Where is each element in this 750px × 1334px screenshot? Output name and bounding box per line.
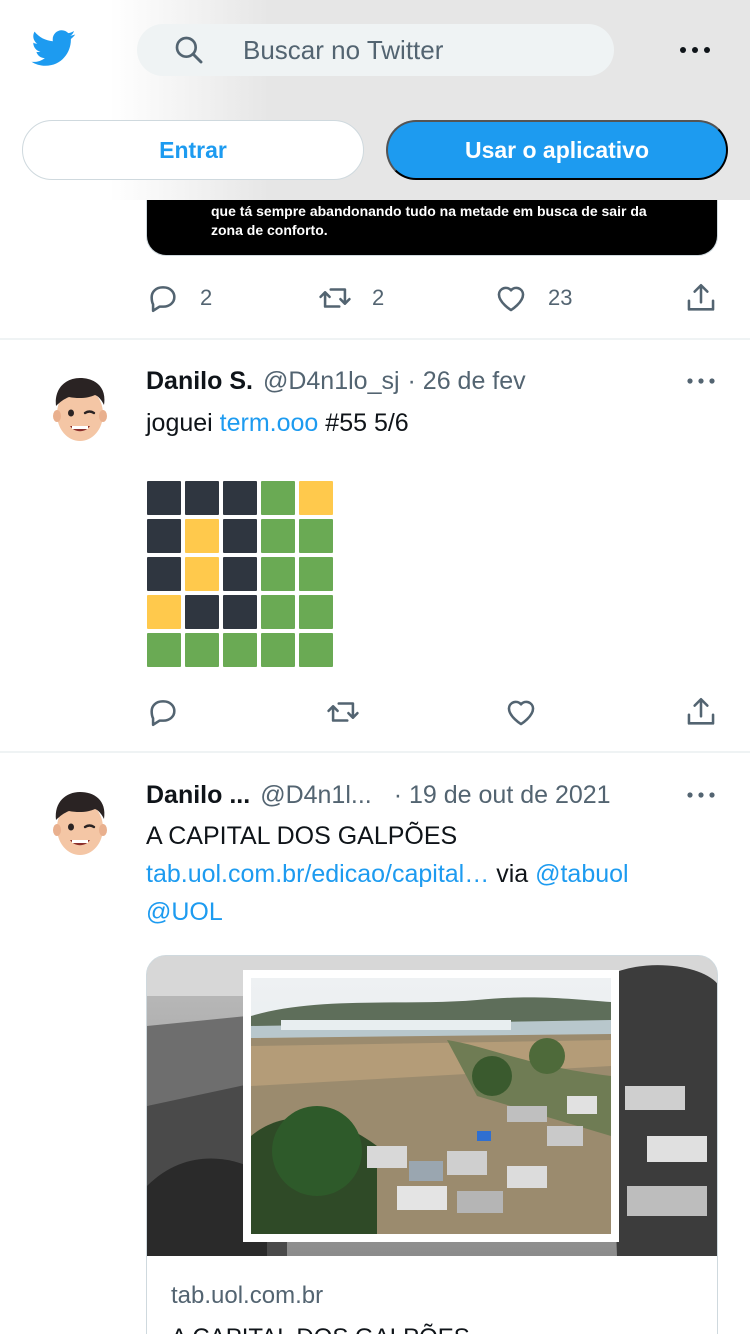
wordle-square — [185, 481, 219, 515]
like-icon — [507, 700, 535, 726]
wordle-square — [223, 595, 257, 629]
like-button[interactable]: 23 — [494, 278, 572, 318]
mention-link[interactable]: @tabuol — [535, 860, 629, 888]
tweet-text: A CAPITAL DOS GALPÕES tab.uol.com.br/edi… — [146, 817, 706, 931]
wordle-square — [223, 557, 257, 591]
share-icon — [687, 697, 715, 725]
wordle-square — [223, 481, 257, 515]
tweet-text-suffix: #55 5/6 — [318, 409, 409, 437]
search-bar[interactable] — [137, 24, 614, 76]
wordle-square — [223, 519, 257, 553]
wordle-square — [185, 557, 219, 591]
retweet-button[interactable]: 2 — [318, 278, 384, 318]
wordle-square — [147, 557, 181, 591]
more-icon[interactable] — [686, 377, 716, 385]
tweet-header: Danilo ... @D4n1l... · 19 de out de 2021 — [146, 778, 611, 812]
tweet-header: Danilo S. @D4n1lo_sj · 26 de fev — [146, 364, 526, 398]
search-input[interactable] — [243, 34, 573, 66]
wordle-square — [261, 633, 295, 667]
wordle-square — [261, 481, 295, 515]
wordle-square — [299, 481, 333, 515]
author-handle[interactable]: @D4n1lo_sj — [263, 367, 400, 396]
tweet-divider — [0, 751, 750, 753]
share-button[interactable] — [684, 692, 718, 732]
reply-icon — [150, 286, 176, 313]
tweet-actions — [146, 692, 718, 732]
avatar-image — [53, 792, 107, 855]
tweet-text-line: A CAPITAL DOS GALPÕES — [146, 822, 458, 850]
wordle-square — [147, 633, 181, 667]
top-header: Entrar Usar o aplicativo — [0, 0, 750, 200]
reply-button[interactable] — [146, 692, 180, 732]
twitter-logo-icon[interactable] — [30, 26, 78, 70]
more-icon[interactable] — [679, 46, 711, 54]
tweet-text-prefix: joguei — [146, 409, 220, 437]
wordle-square — [299, 557, 333, 591]
like-icon — [497, 286, 525, 312]
image-caption-text: que tá sempre abandonando tudo na metade… — [211, 203, 647, 238]
tweet-link[interactable]: term.ooo — [220, 409, 319, 437]
link-card-domain: tab.uol.com.br — [171, 1282, 324, 1309]
share-icon — [687, 283, 715, 311]
reply-button[interactable]: 2 — [146, 278, 212, 318]
avatar[interactable] — [40, 782, 120, 862]
more-icon[interactable] — [686, 791, 716, 799]
wordle-square — [147, 519, 181, 553]
search-icon — [175, 36, 203, 64]
link-card[interactable]: tab.uol.com.br A CAPITAL DOS GALPÕES — [146, 955, 718, 1334]
retweet-icon — [319, 288, 351, 308]
use-app-button[interactable]: Usar o aplicativo — [386, 120, 728, 180]
wordle-square — [299, 633, 333, 667]
wordle-square — [261, 557, 295, 591]
tweet-actions: 2 2 23 — [146, 278, 718, 318]
retweet-icon — [327, 702, 359, 722]
tweet-link[interactable]: tab.uol.com.br/edicao/capital… — [146, 860, 489, 888]
author-handle[interactable]: @D4n1l... — [260, 781, 372, 810]
retweet-button[interactable] — [326, 692, 360, 732]
author-name[interactable]: Danilo ... — [146, 781, 250, 810]
wordle-square — [185, 595, 219, 629]
link-card-image — [147, 956, 717, 1256]
wordle-square — [299, 519, 333, 553]
retweet-count: 2 — [372, 285, 385, 310]
wordle-square — [185, 633, 219, 667]
share-button[interactable] — [684, 278, 718, 318]
avatar[interactable] — [40, 368, 120, 448]
wordle-square — [223, 633, 257, 667]
avatar-image — [53, 378, 107, 441]
reply-count: 2 — [200, 285, 213, 310]
tweet-date[interactable]: · 19 de out de 2021 — [394, 781, 611, 810]
like-count: 23 — [548, 285, 573, 310]
tweet-text: joguei term.ooo #55 5/6 — [146, 404, 706, 442]
wordle-square — [261, 595, 295, 629]
tweet-date[interactable]: · 26 de fev — [408, 367, 526, 396]
wordle-square — [147, 595, 181, 629]
via-text: via — [489, 860, 536, 888]
wordle-square — [185, 519, 219, 553]
wordle-square — [261, 519, 295, 553]
link-card-title: A CAPITAL DOS GALPÕES — [171, 1324, 470, 1334]
mention-link[interactable]: @UOL — [146, 898, 223, 926]
wordle-grid — [147, 481, 337, 671]
login-button[interactable]: Entrar — [22, 120, 364, 180]
like-button[interactable] — [504, 692, 538, 732]
wordle-square — [299, 595, 333, 629]
wordle-square — [147, 481, 181, 515]
reply-icon — [150, 700, 176, 727]
tweet-divider — [0, 338, 750, 340]
author-name[interactable]: Danilo S. — [146, 367, 253, 396]
